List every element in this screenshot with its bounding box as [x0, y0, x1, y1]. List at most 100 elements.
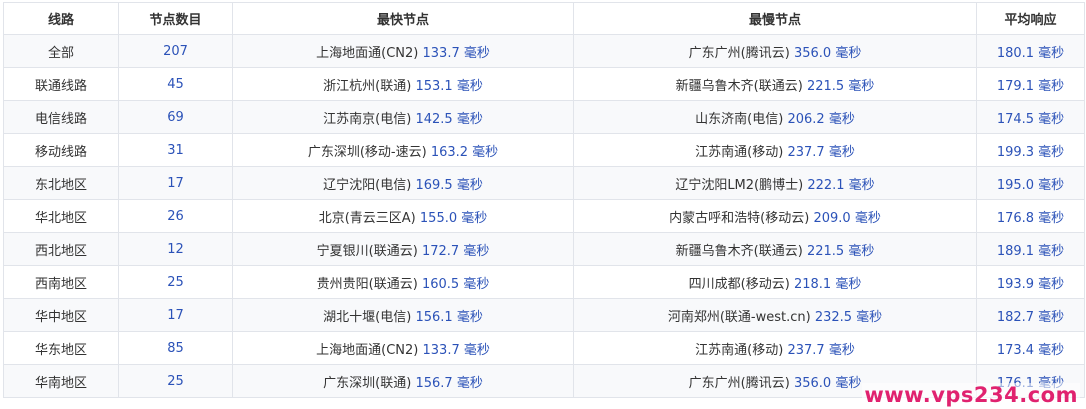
slowest-node-latency: 218.1 毫秒	[793, 276, 862, 292]
slowest-node-cell: 新疆乌鲁木齐(联通云) 221.5 毫秒	[573, 67, 977, 101]
fastest-node-latency: 156.1 毫秒	[415, 309, 483, 325]
fastest-node-name: 湖北十堰(电信)	[323, 309, 412, 325]
fastest-node-latency: 133.7 毫秒	[422, 342, 490, 358]
table-row: 西南地区 25 贵州贵阳(联通云) 160.5 毫秒 四川成都(移动云) 218…	[3, 265, 1085, 299]
line-cell: 华东地区	[3, 331, 119, 365]
slowest-node-name: 新疆乌鲁木齐(联通云)	[675, 243, 803, 259]
line-cell: 华北地区	[3, 199, 119, 233]
line-cell: 电信线路	[3, 100, 119, 134]
fastest-node-name: 上海地面通(CN2)	[316, 45, 419, 61]
line-cell: 西南地区	[3, 265, 119, 299]
slowest-node-latency: 237.7 毫秒	[787, 342, 855, 358]
line-cell: 东北地区	[3, 166, 119, 200]
node-count-cell: 26	[118, 199, 233, 233]
table-row: 联通线路 45 浙江杭州(联通) 153.1 毫秒 新疆乌鲁木齐(联通云) 22…	[3, 67, 1085, 101]
header-fastest-node: 最快节点	[232, 2, 574, 35]
fastest-node-cell: 辽宁沈阳(电信) 169.5 毫秒	[232, 166, 574, 200]
table-row: 全部 207 上海地面通(CN2) 133.7 毫秒 广东广州(腾讯云) 356…	[3, 34, 1085, 68]
average-response-cell: 176.8 毫秒	[976, 199, 1085, 233]
fastest-node-latency: 153.1 毫秒	[415, 78, 483, 94]
average-response-cell: 173.4 毫秒	[976, 331, 1085, 365]
average-response-cell: 193.9 毫秒	[976, 265, 1085, 299]
slowest-node-latency: 221.5 毫秒	[806, 78, 875, 94]
slowest-node-cell: 新疆乌鲁木齐(联通云) 221.5 毫秒	[573, 232, 977, 266]
table-row: 华北地区 26 北京(青云三区A) 155.0 毫秒 内蒙古呼和浩特(移动云) …	[3, 199, 1085, 233]
average-response-cell: 180.1 毫秒	[976, 34, 1085, 68]
fastest-node-name: 辽宁沈阳(电信)	[323, 177, 412, 193]
slowest-node-cell: 江苏南通(移动) 237.7 毫秒	[573, 331, 977, 365]
slowest-node-latency: 237.7 毫秒	[787, 144, 855, 160]
fastest-node-latency: 163.2 毫秒	[430, 144, 499, 160]
fastest-node-latency: 160.5 毫秒	[421, 276, 490, 292]
slowest-node-cell: 山东济南(电信) 206.2 毫秒	[573, 100, 977, 134]
slowest-node-cell: 江苏南通(移动) 237.7 毫秒	[573, 133, 977, 167]
line-cell: 全部	[3, 34, 119, 68]
slowest-node-name: 江苏南通(移动)	[695, 342, 784, 358]
fastest-node-latency: 169.5 毫秒	[415, 177, 483, 193]
site-watermark: www.vps234.com	[862, 383, 1080, 407]
table-row: 华中地区 17 湖北十堰(电信) 156.1 毫秒 河南郑州(联通-west.c…	[3, 298, 1085, 332]
average-response-cell: 182.7 毫秒	[976, 298, 1085, 332]
latency-summary-table: 线路 节点数目 最快节点 最慢节点 平均响应 全部 207 上海地面通(CN2)…	[3, 2, 1085, 398]
slowest-node-name: 河南郑州(联通-west.cn)	[667, 309, 811, 325]
node-count-cell: 31	[118, 133, 233, 167]
table-body: 全部 207 上海地面通(CN2) 133.7 毫秒 广东广州(腾讯云) 356…	[3, 34, 1085, 398]
fastest-node-name: 贵州贵阳(联通云)	[316, 276, 418, 292]
slowest-node-name: 四川成都(移动云)	[688, 276, 790, 292]
node-count-cell: 25	[118, 265, 233, 299]
slowest-node-latency: 222.1 毫秒	[807, 177, 875, 193]
line-cell: 联通线路	[3, 67, 119, 101]
slowest-node-name: 内蒙古呼和浩特(移动云)	[669, 210, 810, 226]
table-row: 东北地区 17 辽宁沈阳(电信) 169.5 毫秒 辽宁沈阳LM2(鹏博士) 2…	[3, 166, 1085, 200]
fastest-node-cell: 广东深圳(移动-速云) 163.2 毫秒	[232, 133, 574, 167]
fastest-node-cell: 贵州贵阳(联通云) 160.5 毫秒	[232, 265, 574, 299]
fastest-node-cell: 宁夏银川(联通云) 172.7 毫秒	[232, 232, 574, 266]
fastest-node-cell: 广东深圳(联通) 156.7 毫秒	[232, 364, 574, 398]
header-node-count: 节点数目	[118, 2, 233, 35]
slowest-node-latency: 221.5 毫秒	[806, 243, 875, 259]
node-count-cell: 69	[118, 100, 233, 134]
average-response-cell: 189.1 毫秒	[976, 232, 1085, 266]
line-cell: 移动线路	[3, 133, 119, 167]
fastest-node-name: 宁夏银川(联通云)	[316, 243, 418, 259]
header-line: 线路	[3, 2, 119, 35]
slowest-node-name: 新疆乌鲁木齐(联通云)	[675, 78, 803, 94]
fastest-node-cell: 湖北十堰(电信) 156.1 毫秒	[232, 298, 574, 332]
fastest-node-name: 江苏南京(电信)	[323, 111, 412, 127]
node-count-cell: 85	[118, 331, 233, 365]
line-cell: 华中地区	[3, 298, 119, 332]
average-response-cell: 195.0 毫秒	[976, 166, 1085, 200]
node-count-cell: 25	[118, 364, 233, 398]
fastest-node-cell: 上海地面通(CN2) 133.7 毫秒	[232, 331, 574, 365]
slowest-node-name: 广东广州(腾讯云)	[688, 45, 790, 61]
node-count-cell: 17	[118, 166, 233, 200]
fastest-node-latency: 155.0 毫秒	[419, 210, 488, 226]
node-count-cell: 207	[118, 34, 233, 68]
slowest-node-latency: 209.0 毫秒	[813, 210, 881, 226]
slowest-node-cell: 河南郑州(联通-west.cn) 232.5 毫秒	[573, 298, 977, 332]
slowest-node-name: 江苏南通(移动)	[695, 144, 784, 160]
line-cell: 华南地区	[3, 364, 119, 398]
slowest-node-latency: 206.2 毫秒	[787, 111, 855, 127]
fastest-node-cell: 江苏南京(电信) 142.5 毫秒	[232, 100, 574, 134]
table-row: 移动线路 31 广东深圳(移动-速云) 163.2 毫秒 江苏南通(移动) 23…	[3, 133, 1085, 167]
average-response-cell: 199.3 毫秒	[976, 133, 1085, 167]
fastest-node-cell: 北京(青云三区A) 155.0 毫秒	[232, 199, 574, 233]
slowest-node-latency: 356.0 毫秒	[793, 45, 862, 61]
table-row: 西北地区 12 宁夏银川(联通云) 172.7 毫秒 新疆乌鲁木齐(联通云) 2…	[3, 232, 1085, 266]
average-response-cell: 179.1 毫秒	[976, 67, 1085, 101]
fastest-node-name: 广东深圳(移动-速云)	[307, 144, 427, 160]
slowest-node-cell: 四川成都(移动云) 218.1 毫秒	[573, 265, 977, 299]
fastest-node-latency: 142.5 毫秒	[415, 111, 483, 127]
slowest-node-latency: 356.0 毫秒	[793, 375, 862, 391]
fastest-node-name: 上海地面通(CN2)	[316, 342, 419, 358]
slowest-node-cell: 广东广州(腾讯云) 356.0 毫秒	[573, 34, 977, 68]
slowest-node-name: 山东济南(电信)	[695, 111, 784, 127]
slowest-node-name: 广东广州(腾讯云)	[688, 375, 790, 391]
table-header-row: 线路 节点数目 最快节点 最慢节点 平均响应	[3, 2, 1085, 35]
fastest-node-latency: 156.7 毫秒	[415, 375, 483, 391]
fastest-node-name: 北京(青云三区A)	[318, 210, 416, 226]
slowest-node-cell: 辽宁沈阳LM2(鹏博士) 222.1 毫秒	[573, 166, 977, 200]
node-count-cell: 45	[118, 67, 233, 101]
average-response-cell: 174.5 毫秒	[976, 100, 1085, 134]
